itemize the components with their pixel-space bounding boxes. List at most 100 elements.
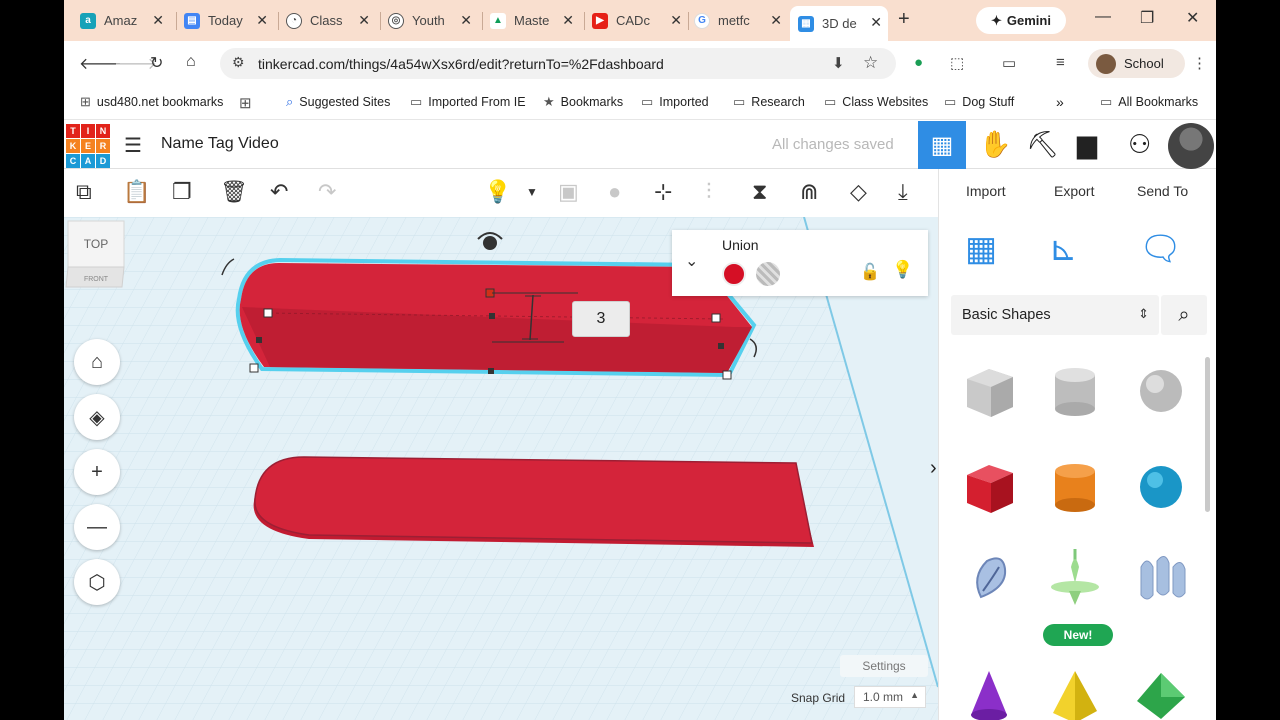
tab-2[interactable]: ▤ Today ✕ [184,6,274,35]
name-tag-base[interactable] [254,456,813,544]
close-tab-icon[interactable]: ✕ [670,12,682,29]
zoom-out-button[interactable]: — [74,504,120,550]
copy-button[interactable]: ⧉ [76,179,92,205]
home-button[interactable]: ⌂ [186,53,196,71]
group-button[interactable]: ▣ [558,179,579,205]
all-bookmarks-button[interactable]: ▭ All Bookmarks [1100,94,1198,110]
close-tab-icon[interactable]: ✕ [152,12,164,29]
bookmark-imported-from-ie[interactable]: ▭ Imported From IE [410,94,526,110]
bookmark-suggested-sites[interactable]: ⌕ Suggested Sites [286,94,390,110]
tab-5[interactable]: ▲ Maste ✕ [490,6,580,35]
ungroup-button[interactable]: ● [608,179,621,205]
close-tab-icon[interactable]: ✕ [460,12,472,29]
tab-3[interactable]: ◔ Class ✕ [286,6,376,35]
project-name[interactable]: Name Tag Video [161,135,279,153]
send-to-button[interactable]: Send To [1137,183,1188,199]
resize-handle[interactable] [249,363,259,373]
settings-button[interactable]: Settings [840,655,928,677]
workplane-button[interactable]: ◇ [850,179,867,205]
lightbulb-icon[interactable]: 💡 [892,260,913,280]
bookmark-star-icon[interactable]: ☆ [863,53,878,73]
solid-color-button[interactable] [722,262,746,286]
close-tab-icon[interactable]: ✕ [770,12,782,29]
close-window-button[interactable]: ✕ [1186,8,1199,28]
delete-button[interactable]: 🗑 [220,179,248,205]
bookmark-class-websites[interactable]: ▭ Class Websites [824,94,928,110]
3d-view-button[interactable]: ▦ [918,121,966,169]
shape-box-hole[interactable] [949,349,1029,435]
shape-sphere-hole[interactable] [1121,349,1201,435]
height-dimension-input[interactable]: 3 [572,301,630,337]
close-tab-icon[interactable]: ✕ [870,14,882,31]
workplane-grid-icon[interactable]: ▦ [965,229,997,269]
shape-text-wave[interactable] [1121,535,1201,621]
user-avatar[interactable] [1168,123,1214,169]
ruler-icon[interactable]: ⊾ [1049,229,1078,269]
align-button[interactable]: ⫶ [706,179,712,205]
close-tab-icon[interactable]: ✕ [256,12,268,29]
cruise-button[interactable]: ⊹ [654,179,672,205]
gemini-button[interactable]: ✦ Gemini [976,7,1066,34]
install-app-icon[interactable]: ⬇ [832,54,845,72]
paste-button[interactable]: 📋 [123,179,150,205]
collapse-panel-icon[interactable]: › [930,457,937,480]
bookmark-usd480[interactable]: ⊞ usd480.net bookmarks [80,94,223,110]
tab-7[interactable]: G metfc ✕ [694,6,788,35]
view-cube[interactable]: TOP FRONT [64,217,125,289]
ruler-magnet-button[interactable]: ⋒ [800,179,818,205]
maximize-button[interactable]: ❐ [1140,8,1154,28]
undo-button[interactable]: ↶ [270,179,288,205]
resize-handle[interactable] [711,313,721,323]
export-button[interactable]: Export [1054,183,1094,199]
tab-6[interactable]: ▶ CADc ✕ [592,6,688,35]
snap-grid-select[interactable]: 1.0 mm ▲ [854,686,926,708]
shape-search-button[interactable]: ⌕ [1161,295,1207,335]
new-tab-button[interactable]: + [898,8,910,31]
resize-handle[interactable] [722,370,732,380]
mirror-button[interactable]: ⧗ [752,179,767,205]
zoom-in-button[interactable]: + [74,449,120,495]
home-view-button[interactable]: ⌂ [74,339,120,385]
shape-cylinder[interactable] [1035,445,1115,531]
duplicate-button[interactable]: ❐ [172,179,192,205]
lock-icon[interactable]: 🔓 [860,262,880,282]
drop-button[interactable]: ⤓ [898,179,908,205]
shape-cylinder-hole[interactable] [1035,349,1115,435]
hole-button[interactable] [756,262,780,286]
bookmark-imported[interactable]: ▭ Imported [641,94,709,110]
minecraft-button[interactable]: ⛏ [1026,129,1059,160]
fit-view-button[interactable]: ◈ [74,394,120,440]
resize-handle[interactable] [263,308,273,318]
shape-sphere[interactable] [1121,445,1201,531]
site-info-icon[interactable]: ⚙ [232,54,245,71]
show-all-dropdown[interactable]: ▼ [526,185,538,199]
close-tab-icon[interactable]: ✕ [358,12,370,29]
bookmark-dog-stuff[interactable]: ▭ Dog Stuff [944,94,1014,110]
add-user-button[interactable]: ⚇ [1128,129,1151,160]
import-button[interactable]: Import [966,183,1006,199]
shape-category-select[interactable]: Basic Shapes ⇕ [951,295,1159,335]
browser-menu-icon[interactable]: ⋮ [1192,54,1207,72]
panel-scrollbar[interactable] [1205,357,1210,512]
close-tab-icon[interactable]: ✕ [562,12,574,29]
redo-button[interactable]: ↷ [318,179,336,205]
notes-icon[interactable]: 🗨 [1139,229,1182,269]
grammarly-icon[interactable]: ● [914,54,923,71]
shape-cone[interactable] [949,655,1029,720]
bookmark-bookmarks[interactable]: ★ Bookmarks [543,94,623,110]
reload-button[interactable]: ↻ [150,53,163,73]
shape-scribble[interactable] [949,535,1029,621]
bookmarks-overflow-button[interactable]: » [1056,94,1064,110]
design-menu-icon[interactable]: ☰ [124,133,142,158]
tab-search-icon[interactable]: ▭ [1002,54,1016,72]
url-text[interactable]: tinkercad.com/things/4a54wXsx6rd/edit?re… [258,56,664,72]
bricks-button[interactable]: ▆ [1077,129,1097,160]
tab-8-active[interactable]: ▦ 3D de ✕ [790,6,888,41]
chevron-down-icon[interactable]: ⌄ [685,251,698,271]
address-bar[interactable]: ⚙ tinkercad.com/things/4a54wXsx6rd/edit?… [220,48,896,79]
codeblocks-button[interactable]: ✋ [979,129,1011,160]
minimize-button[interactable]: — [1095,8,1111,26]
tab-1[interactable]: a Amaz ✕ [80,6,170,35]
profile-button[interactable]: School [1088,49,1185,78]
shape-pyramid[interactable] [1035,655,1115,720]
